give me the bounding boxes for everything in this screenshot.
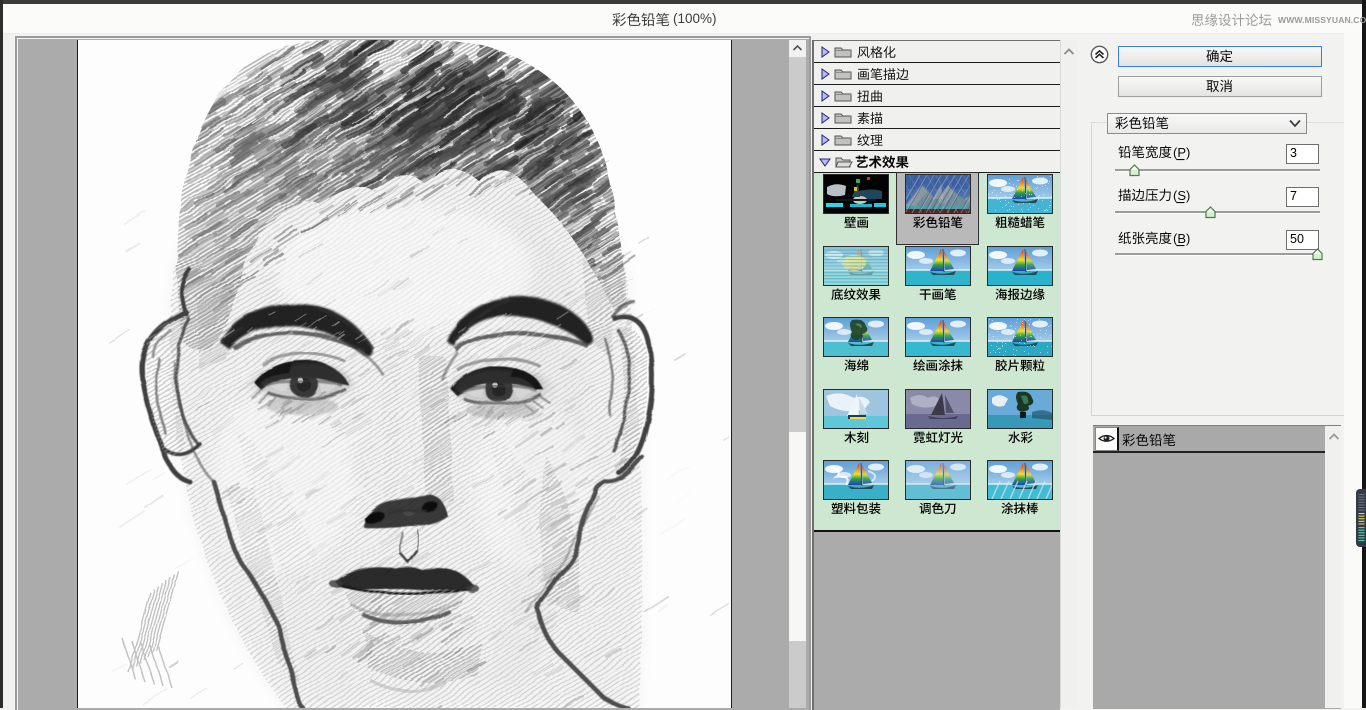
- svg-text:(B): (B): [1173, 231, 1190, 246]
- svg-text:(P): (P): [1173, 145, 1190, 160]
- svg-text:(S): (S): [1173, 188, 1190, 203]
